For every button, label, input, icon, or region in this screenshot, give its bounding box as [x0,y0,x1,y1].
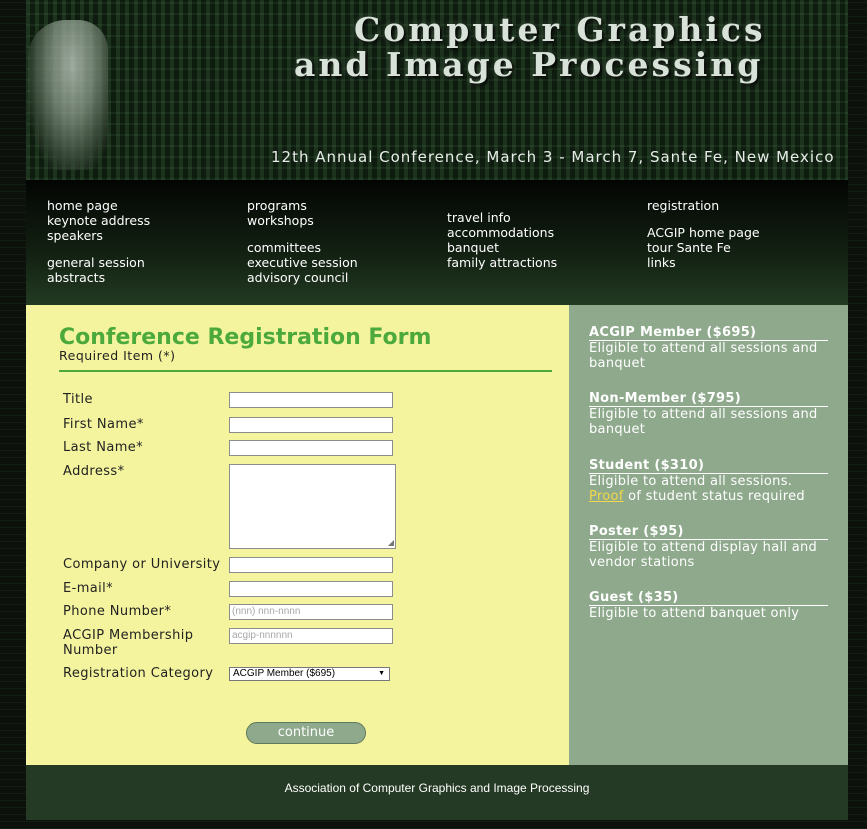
option-desc-student: Eligible to attend all sessions. Proof o… [589,474,834,504]
resize-grip-icon[interactable]: ◢ [388,539,394,547]
option-title-guest: Guest ($35) [589,590,828,606]
registration-category-select[interactable]: ACGIP Member ($695) ▼ [229,667,390,681]
title-input[interactable] [229,392,393,408]
phone-label: Phone Number* [63,604,172,619]
nav-link-tour-sante-fe[interactable]: tour Sante Fe [647,240,760,255]
nav-link-travel-info[interactable]: travel info [447,210,557,225]
student-desc-suffix: of student status required [623,489,805,504]
registration-form-panel: Conference Registration Form Required It… [26,305,569,765]
last-name-input[interactable] [229,440,393,456]
membership-number-input[interactable]: acgip-nnnnnn [229,628,393,644]
last-name-label: Last Name* [63,440,144,455]
address-textarea[interactable]: ◢ [229,464,396,549]
nav-link-workshops[interactable]: workshops [247,213,358,228]
option-desc-acgip-member: Eligible to attend all sessions and banq… [589,341,818,371]
dropdown-arrow-icon: ▼ [378,670,385,677]
conference-subtitle: 12th Annual Conference, March 3 - March … [271,148,835,166]
nav-link-links[interactable]: links [647,255,760,270]
first-name-label: First Name* [63,417,144,432]
nav-link-registration[interactable]: registration [647,198,760,213]
company-input[interactable] [229,557,393,573]
nav-link-banquet[interactable]: banquet [447,240,557,255]
nav-link-acgip-home-page[interactable]: ACGIP home page [647,225,760,240]
membership-label-line2: Number [63,643,118,658]
footer-text: Association of Computer Graphics and Ima… [284,781,590,795]
first-name-input[interactable] [229,417,393,433]
option-title-poster: Poster ($95) [589,524,828,540]
email-input[interactable] [229,581,393,597]
company-label: Company or University [63,557,221,572]
category-selected-value: ACGIP Member ($695) [233,668,336,679]
nav-link-keynote-address[interactable]: keynote address [47,213,150,228]
address-label: Address* [63,464,125,479]
nav-link-accommodations[interactable]: accommodations [447,225,557,240]
face-image [28,20,108,170]
nav-column-4: registration ACGIP home page tour Sante … [647,198,760,270]
site-title-line2: and Image Processing [294,45,764,84]
option-desc-poster: Eligible to attend display hall and vend… [589,540,818,570]
nav-column-2: programs workshops committees executive … [247,198,358,285]
nav-link-speakers[interactable]: speakers [47,228,150,243]
email-label: E-mail* [63,581,114,596]
title-label: Title [63,392,93,407]
required-note: Required Item (*) [59,348,176,363]
category-label: Registration Category [63,666,214,681]
nav-link-programs[interactable]: programs [247,198,358,213]
page-footer: Association of Computer Graphics and Ima… [26,765,848,820]
nav-link-committees[interactable]: committees [247,240,358,255]
page-container: Computer Graphics and Image Processing 1… [26,0,848,829]
main-navigation: home page keynote address speakers gener… [26,180,848,305]
nav-link-advisory-council[interactable]: advisory council [247,270,358,285]
student-desc-text: Eligible to attend all sessions. [589,474,793,489]
nav-link-general-session[interactable]: general session [47,255,150,270]
phone-input[interactable]: (nnn) nnn-nnnn [229,604,393,620]
title-divider [59,370,552,372]
nav-link-abstracts[interactable]: abstracts [47,270,150,285]
proof-link[interactable]: Proof [589,489,624,504]
option-title-student: Student ($310) [589,458,828,474]
option-desc-guest: Eligible to attend banquet only [589,606,800,621]
nav-column-1: home page keynote address speakers gener… [47,198,150,285]
membership-label-line1: ACGIP Membership [63,628,194,643]
continue-button[interactable]: continue [246,722,366,744]
option-desc-non-member: Eligible to attend all sessions and banq… [589,407,818,437]
option-title-non-member: Non-Member ($795) [589,391,828,407]
option-title-acgip-member: ACGIP Member ($695) [589,325,828,341]
nav-link-executive-session[interactable]: executive session [247,255,358,270]
form-title: Conference Registration Form [59,325,432,350]
nav-link-home-page[interactable]: home page [47,198,150,213]
registration-options-sidebar: ACGIP Member ($695) Eligible to attend a… [569,305,848,765]
header-banner: Computer Graphics and Image Processing 1… [26,0,848,180]
nav-column-3: travel info accommodations banquet famil… [447,210,557,270]
nav-link-family-attractions[interactable]: family attractions [447,255,557,270]
site-title-line1: Computer Graphics [354,10,766,49]
